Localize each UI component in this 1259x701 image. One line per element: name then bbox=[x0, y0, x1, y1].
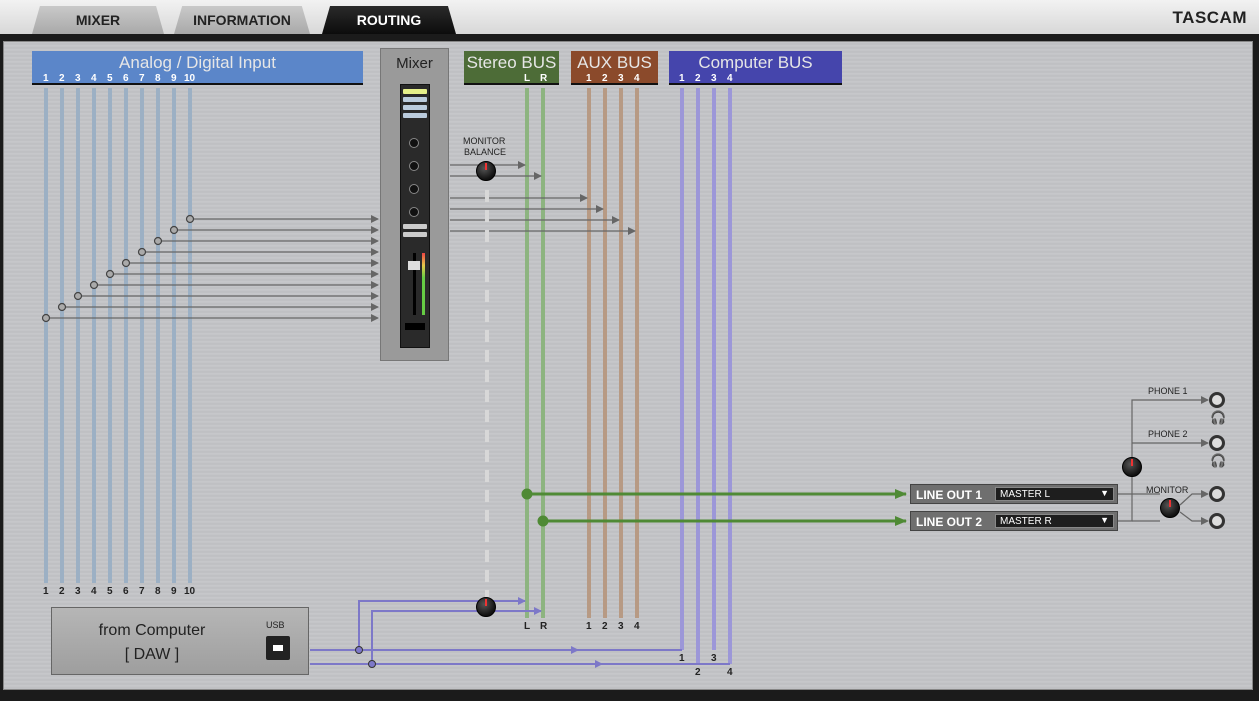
aux-ch-3: 3 bbox=[618, 73, 624, 84]
analog-input-lines bbox=[44, 88, 192, 583]
aux-bottom-4: 4 bbox=[634, 621, 640, 632]
computer-ch-1: 1 bbox=[679, 73, 685, 84]
analog-ch-9: 9 bbox=[171, 73, 177, 84]
line-out-2-label: LINE OUT 2 bbox=[916, 515, 983, 529]
analog-ch-4: 4 bbox=[91, 73, 97, 84]
analog-bottom-1: 1 bbox=[43, 586, 49, 597]
aux-bus-lines bbox=[587, 88, 639, 618]
aux-bus-title: AUX BUS bbox=[577, 53, 652, 72]
analog-bottom-5: 5 bbox=[107, 586, 113, 597]
analog-bottom-8: 8 bbox=[155, 586, 161, 597]
analog-ch-2: 2 bbox=[59, 73, 65, 84]
computer-bottom-2: 2 bbox=[695, 667, 701, 678]
usb-label: USB bbox=[266, 620, 285, 630]
aux-send-knob-1 bbox=[409, 138, 419, 148]
line-out-1-select[interactable]: MASTER L ▼ bbox=[995, 487, 1114, 501]
fader-handle bbox=[408, 261, 420, 270]
aux-bottom-3: 3 bbox=[618, 621, 624, 632]
line-out-1-row: LINE OUT 1 MASTER L ▼ bbox=[910, 484, 1118, 504]
aux-bottom-1: 1 bbox=[586, 621, 592, 632]
phone-2-jack bbox=[1209, 435, 1225, 451]
computer-bottom-3: 3 bbox=[711, 653, 717, 664]
aux-ch-4: 4 bbox=[634, 73, 640, 84]
aux-ch-2: 2 bbox=[602, 73, 608, 84]
daw-routes bbox=[310, 597, 730, 668]
daw-balance-knob[interactable] bbox=[476, 597, 496, 617]
analog-bottom-4: 4 bbox=[91, 586, 97, 597]
aux-send-knob-4 bbox=[409, 207, 419, 217]
analog-bottom-6: 6 bbox=[123, 586, 129, 597]
strip-button bbox=[403, 113, 427, 118]
computer-ch-2: 2 bbox=[695, 73, 701, 84]
fader-readout bbox=[405, 323, 425, 330]
line-out-2-value: MASTER R bbox=[1000, 516, 1052, 527]
computer-bottom-1: 1 bbox=[679, 653, 685, 664]
computer-ch-4: 4 bbox=[727, 73, 733, 84]
analog-input-title: Analog / Digital Input bbox=[119, 53, 276, 72]
line-out-1-value: MASTER L bbox=[1000, 489, 1051, 500]
headphones-icon: 🎧 bbox=[1210, 453, 1227, 468]
strip-button bbox=[403, 89, 427, 94]
aux-send-knob-3 bbox=[409, 184, 419, 194]
aux-send-knob-2 bbox=[409, 161, 419, 171]
from-computer-block: from Computer [ DAW ] USB bbox=[51, 607, 309, 675]
monitor-level-knob[interactable] bbox=[1160, 498, 1180, 518]
daw-subtitle: [ DAW ] bbox=[124, 646, 180, 663]
line-out-2-row: LINE OUT 2 MASTER R ▼ bbox=[910, 511, 1118, 531]
phone-1-jack bbox=[1209, 392, 1225, 408]
stereo-bottom-r: R bbox=[540, 621, 548, 632]
mixer-channel-strip[interactable] bbox=[400, 84, 430, 348]
mixer-block[interactable]: Mixer bbox=[380, 48, 449, 361]
computer-bus-title: Computer BUS bbox=[698, 53, 813, 72]
monitor-balance-label-1: MONITOR bbox=[463, 136, 506, 146]
aux-bus-header: AUX BUS bbox=[571, 51, 658, 85]
analog-ch-6: 6 bbox=[123, 73, 129, 84]
mixer-title: Mixer bbox=[396, 55, 433, 72]
level-meter bbox=[422, 253, 425, 315]
phone-1-label: PHONE 1 bbox=[1148, 386, 1188, 396]
phones-level-knob[interactable] bbox=[1122, 457, 1142, 477]
stereo-bus-lines bbox=[525, 88, 545, 618]
analog-bottom-2: 2 bbox=[59, 586, 65, 597]
stereo-bottom-l: L bbox=[524, 621, 531, 632]
solo-button bbox=[403, 224, 427, 229]
headphones-icon: 🎧 bbox=[1210, 410, 1227, 425]
analog-input-header: Analog / Digital Input bbox=[32, 51, 363, 85]
stereo-ch-l: L bbox=[524, 73, 531, 84]
monitor-out-l-jack bbox=[1209, 486, 1225, 502]
computer-bottom-4: 4 bbox=[727, 667, 733, 678]
mute-button bbox=[403, 232, 427, 237]
monitor-balance-knob[interactable] bbox=[476, 161, 496, 181]
monitor-balance-label-2: BALANCE bbox=[464, 147, 507, 157]
analog-bottom-9: 9 bbox=[171, 586, 177, 597]
aux-ch-1: 1 bbox=[586, 73, 592, 84]
daw-title: from Computer bbox=[98, 622, 206, 639]
analog-ch-3: 3 bbox=[75, 73, 81, 84]
stereo-ch-r: R bbox=[540, 73, 548, 84]
computer-ch-3: 3 bbox=[711, 73, 717, 84]
aux-bottom-2: 2 bbox=[602, 621, 608, 632]
strip-button bbox=[403, 97, 427, 102]
analog-bottom-3: 3 bbox=[75, 586, 81, 597]
usb-port-icon bbox=[266, 636, 290, 660]
analog-bottom-7: 7 bbox=[139, 586, 145, 597]
computer-bus-lines bbox=[680, 88, 732, 664]
strip-button bbox=[403, 105, 427, 110]
analog-bottom-10: 10 bbox=[184, 586, 196, 597]
analog-ch-1: 1 bbox=[43, 73, 49, 84]
line-out-1-label: LINE OUT 1 bbox=[916, 488, 983, 502]
monitor-out-r-jack bbox=[1209, 513, 1225, 529]
analog-tap-points bbox=[41, 214, 195, 323]
routing-window: MIXER INFORMATION ROUTING TASCAM Analog … bbox=[0, 0, 1259, 701]
phone-2-label: PHONE 2 bbox=[1148, 429, 1188, 439]
monitor-label: MONITOR bbox=[1146, 485, 1189, 495]
analog-ch-10: 10 bbox=[184, 73, 196, 84]
analog-ch-8: 8 bbox=[155, 73, 161, 84]
stereo-bus-title: Stereo BUS bbox=[466, 53, 557, 72]
analog-ch-5: 5 bbox=[107, 73, 113, 84]
analog-ch-7: 7 bbox=[139, 73, 145, 84]
chevron-down-icon: ▼ bbox=[1100, 515, 1109, 525]
line-out-2-select[interactable]: MASTER R ▼ bbox=[995, 514, 1114, 528]
chevron-down-icon: ▼ bbox=[1100, 488, 1109, 498]
